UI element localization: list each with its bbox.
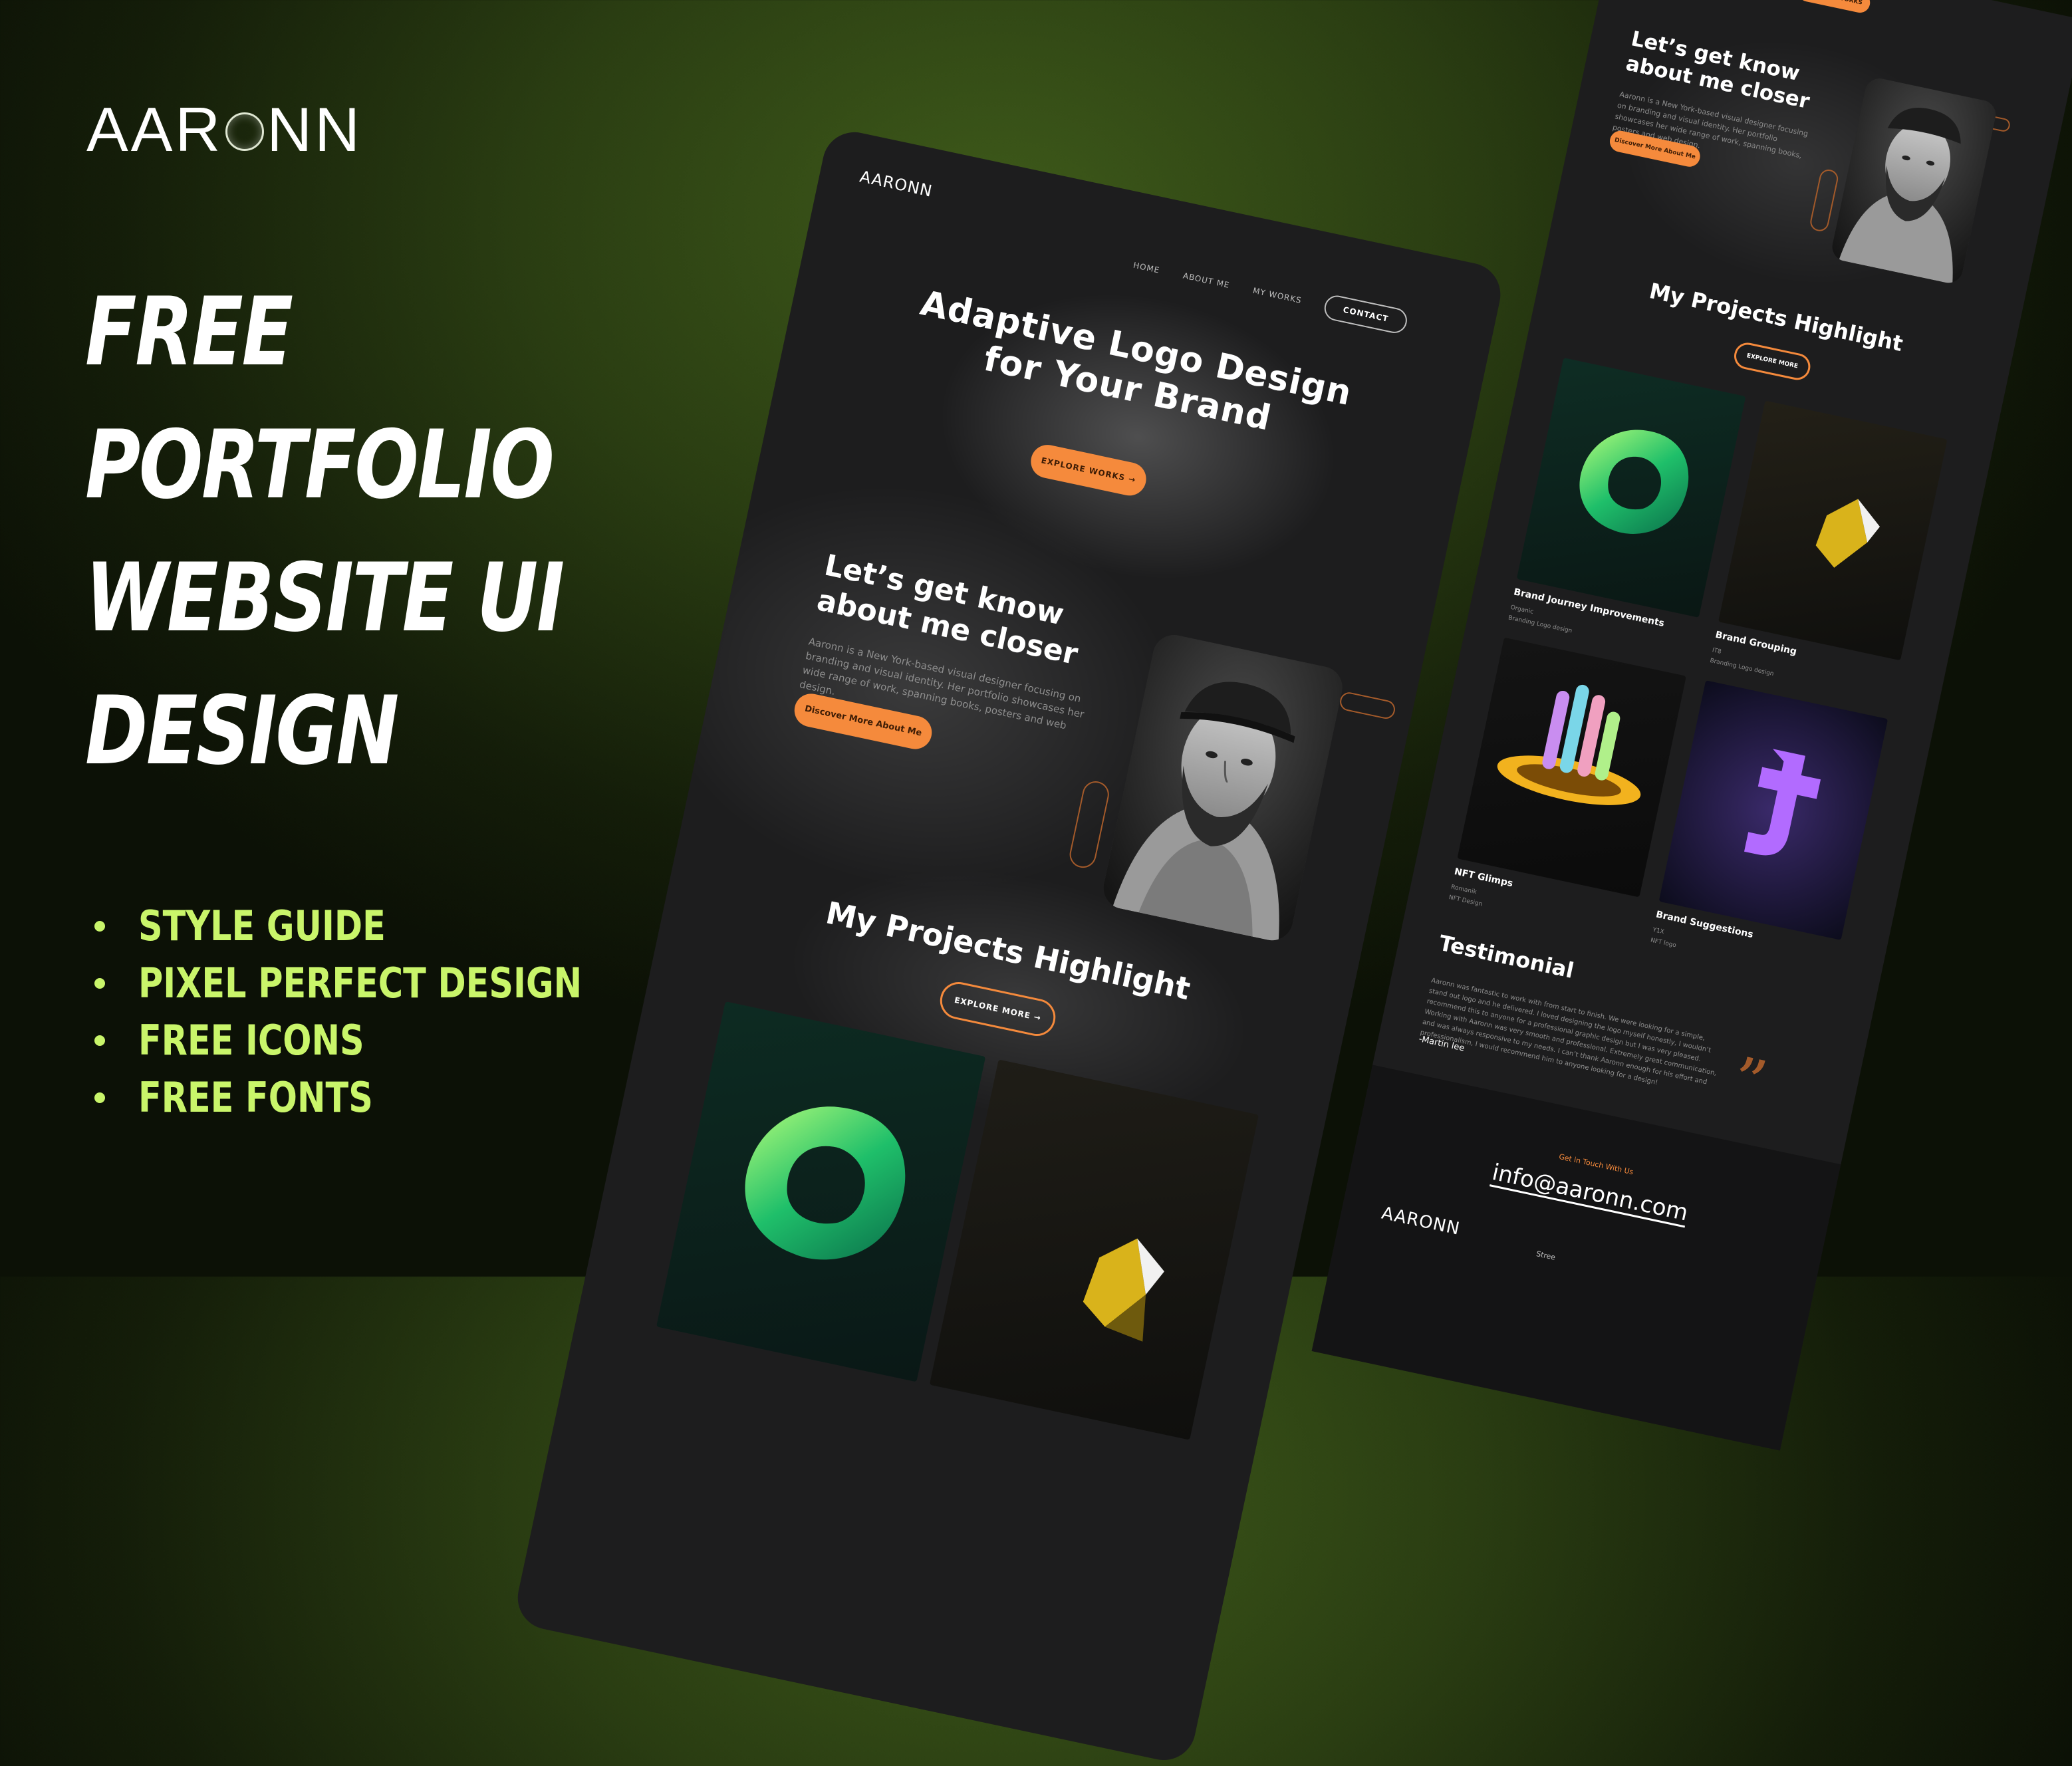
brand-logo-right: NN bbox=[267, 94, 363, 164]
project-card-image[interactable] bbox=[929, 1059, 1259, 1440]
explore-works-button[interactable]: EXPLORE WORKS bbox=[1796, 0, 1873, 15]
feature-list: STYLE GUIDE PIXEL PERFECT DESIGN FREE IC… bbox=[94, 898, 680, 1126]
feature-item: FREE ICONS bbox=[94, 1012, 680, 1069]
project-card[interactable] bbox=[1658, 680, 1888, 940]
bullet-icon bbox=[94, 921, 105, 932]
arrow-right-icon: → bbox=[1127, 474, 1137, 485]
nav-about-me[interactable]: ABOUT ME bbox=[1182, 271, 1231, 290]
headline-line-3: WEBSITE UI bbox=[85, 543, 565, 653]
mockup-logo[interactable]: AARONN bbox=[858, 167, 934, 200]
project-card[interactable] bbox=[1718, 400, 1948, 661]
headline-line-1: FREE bbox=[85, 277, 293, 387]
project-card[interactable] bbox=[1457, 637, 1686, 898]
feature-item: FREE FONTS bbox=[94, 1069, 680, 1126]
nav-my-works[interactable]: MY WORKS bbox=[1252, 286, 1303, 305]
feature-item: STYLE GUIDE bbox=[94, 898, 680, 955]
nav-home[interactable]: HOME bbox=[1132, 261, 1160, 275]
bullet-icon bbox=[94, 1092, 105, 1103]
bullet-icon bbox=[94, 978, 105, 989]
brand-logo-ring-icon bbox=[225, 112, 265, 151]
headline-line-2: PORTFOLIO bbox=[85, 410, 555, 520]
quote-icon: ” bbox=[1725, 1043, 1773, 1122]
project-meta: Y1X NFT logo bbox=[1650, 926, 1677, 949]
bullet-icon bbox=[94, 1035, 105, 1046]
contact-button[interactable]: CONTACT bbox=[1322, 293, 1410, 336]
testimonial-title: Testimonial bbox=[1436, 930, 1577, 983]
feature-item: PIXEL PERFECT DESIGN bbox=[94, 955, 680, 1012]
project-card-image[interactable] bbox=[656, 1001, 986, 1382]
brand-logo-left: AAR bbox=[86, 94, 223, 164]
testimonial-body: Aaronn was fantastic to work with from s… bbox=[1419, 977, 1718, 1087]
explore-more-button[interactable]: EXPLORE MORE bbox=[1732, 340, 1813, 383]
project-card[interactable] bbox=[1516, 358, 1746, 618]
side-website-mockup: EXPLORE WORKS Let’s get know about me cl… bbox=[1311, 0, 2072, 1451]
arrow-right-icon: → bbox=[1033, 1012, 1043, 1023]
decorative-pill-shape bbox=[1338, 690, 1397, 721]
promo-headline: FREE PORTFOLIO WEBSITE UI DESIGN bbox=[85, 266, 682, 798]
headline-line-4: DESIGN bbox=[85, 676, 399, 786]
project-meta: Romanik NFT Design bbox=[1448, 884, 1484, 908]
brand-logo: AAR NN bbox=[86, 98, 362, 161]
